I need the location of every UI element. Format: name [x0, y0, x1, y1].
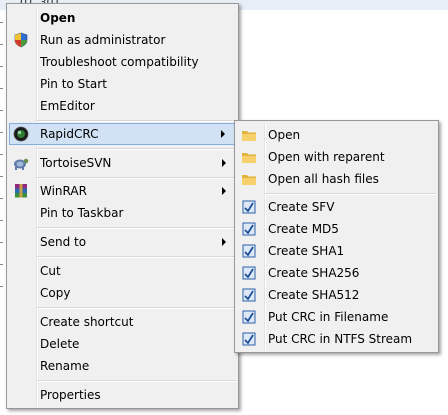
- submenu-arrow-icon: [222, 159, 226, 167]
- menu-separator: [37, 148, 236, 150]
- menu-item-label: Open: [40, 11, 76, 25]
- menu-separator: [37, 380, 236, 382]
- submenu-item-put-crc-in-filename[interactable]: Put CRC in Filename: [237, 306, 436, 328]
- winrar-icon: [15, 184, 27, 198]
- menu-item-label: Cut: [40, 264, 61, 278]
- menu-separator: [37, 177, 236, 179]
- checksum-icon: [242, 200, 256, 214]
- submenu-item-label: Create SHA256: [268, 266, 360, 280]
- checksum-icon: [242, 244, 256, 258]
- submenu-item-label: Open all hash files: [268, 172, 379, 186]
- menu-item-delete[interactable]: Delete: [9, 333, 236, 355]
- submenu-item-label: Create SHA512: [268, 288, 360, 302]
- menu-item-properties[interactable]: Properties: [9, 384, 236, 406]
- menu-separator: [37, 227, 236, 229]
- checksum-icon: [242, 288, 256, 302]
- submenu-item-open-all-hash-files[interactable]: Open all hash files: [237, 168, 436, 190]
- menu-item-rename[interactable]: Rename: [9, 355, 236, 377]
- menu-item-label: RapidCRC: [40, 127, 99, 141]
- menu-item-emeditor[interactable]: EmEditor: [9, 95, 236, 117]
- folder-icon: [242, 175, 256, 185]
- submenu-item-label: Create SHA1: [268, 244, 345, 258]
- menu-item-label: Create shortcut: [40, 315, 134, 329]
- menu-item-pin-to-taskbar[interactable]: Pin to Taskbar: [9, 202, 236, 224]
- menu-separator: [265, 193, 436, 195]
- menu-item-copy[interactable]: Copy: [9, 282, 236, 304]
- submenu-item-create-sha1[interactable]: Create SHA1: [237, 240, 436, 262]
- folder-icon: [242, 153, 256, 163]
- menu-item-winrar[interactable]: WinRAR: [9, 180, 236, 202]
- menu-item-rapidcrc[interactable]: RapidCRC: [9, 123, 236, 145]
- menu-separator: [37, 256, 236, 258]
- menu-item-create-shortcut[interactable]: Create shortcut: [9, 311, 236, 333]
- submenu-arrow-icon: [221, 130, 225, 138]
- submenu-item-label: Open: [268, 128, 301, 142]
- menu-item-label: Pin to Start: [40, 77, 107, 91]
- submenu-item-open-with-reparent[interactable]: Open with reparent: [237, 146, 436, 168]
- shield-icon: [14, 32, 28, 48]
- context-menu: Open Run as administrator Troubleshoot c…: [6, 3, 239, 409]
- tortoisesvn-icon: [14, 158, 29, 170]
- submenu-item-create-md5[interactable]: Create MD5: [237, 218, 436, 240]
- menu-separator: [37, 307, 236, 309]
- checksum-icon: [242, 332, 256, 346]
- menu-item-label: EmEditor: [40, 99, 95, 113]
- menu-item-label: Pin to Taskbar: [40, 206, 124, 220]
- menu-item-run-as-administrator[interactable]: Run as administrator: [9, 29, 236, 51]
- menu-item-label: TortoiseSVN: [40, 156, 112, 170]
- menu-item-tortoisesvn[interactable]: TortoiseSVN: [9, 152, 236, 174]
- menu-item-label: Properties: [40, 388, 101, 402]
- menu-item-pin-to-start[interactable]: Pin to Start: [9, 73, 236, 95]
- submenu-item-create-sfv[interactable]: Create SFV: [237, 196, 436, 218]
- rapidcrc-icon: [13, 126, 29, 142]
- menu-item-troubleshoot-compatibility[interactable]: Troubleshoot compatibility: [9, 51, 236, 73]
- submenu-arrow-icon: [222, 238, 226, 246]
- menu-item-label: Troubleshoot compatibility: [40, 55, 199, 69]
- menu-item-open[interactable]: Open: [9, 7, 236, 29]
- submenu-item-create-sha512[interactable]: Create SHA512: [237, 284, 436, 306]
- submenu-arrow-icon: [222, 187, 226, 195]
- folder-icon: [242, 131, 256, 141]
- submenu-item-label: Create SFV: [268, 200, 335, 214]
- menu-item-label: Send to: [40, 235, 87, 249]
- submenu-item-label: Create MD5: [268, 222, 339, 236]
- checksum-icon: [242, 222, 256, 236]
- menu-item-label: Copy: [40, 286, 71, 300]
- submenu-item-open[interactable]: Open: [237, 124, 436, 146]
- menu-separator: [37, 120, 236, 122]
- submenu-item-label: Put CRC in NTFS Stream: [268, 332, 413, 346]
- submenu-item-label: Open with reparent: [268, 150, 385, 164]
- submenu-item-put-crc-in-ntfs-stream[interactable]: Put CRC in NTFS Stream: [237, 328, 436, 350]
- menu-item-label: Run as administrator: [40, 33, 166, 47]
- menu-item-send-to[interactable]: Send to: [9, 231, 236, 253]
- menu-item-cut[interactable]: Cut: [9, 260, 236, 282]
- submenu-item-label: Put CRC in Filename: [268, 310, 389, 324]
- menu-item-label: WinRAR: [40, 184, 87, 198]
- checksum-icon: [242, 310, 256, 324]
- menu-item-label: Delete: [40, 337, 80, 351]
- checksum-icon: [242, 266, 256, 280]
- rapidcrc-submenu: Open Open with reparent Open all hash fi…: [234, 120, 439, 353]
- submenu-item-create-sha256[interactable]: Create SHA256: [237, 262, 436, 284]
- menu-item-label: Rename: [40, 359, 90, 373]
